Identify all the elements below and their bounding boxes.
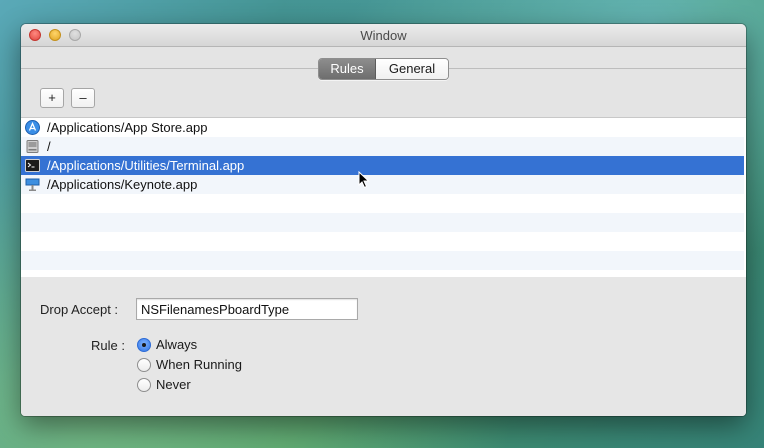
radio-always[interactable] bbox=[137, 338, 151, 352]
terminal-icon bbox=[25, 159, 40, 172]
table-row-empty bbox=[21, 251, 744, 270]
tab-rules[interactable]: Rules bbox=[319, 59, 376, 79]
row-label: /Applications/Keynote.app bbox=[47, 177, 198, 192]
tab-segmented-control: Rules General bbox=[318, 58, 449, 80]
table-row[interactable]: /Applications/Keynote.app bbox=[21, 175, 744, 194]
settings-panel bbox=[21, 277, 746, 416]
table-row-empty bbox=[21, 213, 744, 232]
table-row[interactable]: /Applications/App Store.app bbox=[21, 118, 744, 137]
radio-when-running[interactable] bbox=[137, 358, 151, 372]
title-bar[interactable]: Window bbox=[21, 24, 746, 47]
table-row-empty bbox=[21, 232, 744, 251]
hard-drive-icon bbox=[26, 140, 39, 153]
app-store-icon bbox=[25, 120, 40, 135]
radio-never[interactable] bbox=[137, 378, 151, 392]
table-row[interactable]: /Applications/Utilities/Terminal.app bbox=[21, 156, 744, 175]
row-label: / bbox=[47, 139, 51, 154]
add-rule-button[interactable]: + bbox=[40, 88, 64, 108]
table-row[interactable]: / bbox=[21, 137, 744, 156]
drop-accept-field[interactable] bbox=[136, 298, 358, 320]
remove-rule-button[interactable]: – bbox=[71, 88, 95, 108]
row-label: /Applications/Utilities/Terminal.app bbox=[47, 158, 245, 173]
radio-when-running-label[interactable]: When Running bbox=[156, 357, 242, 372]
rules-table[interactable]: /Applications/App Store.app / /Applicati… bbox=[21, 117, 746, 279]
row-label: /Applications/App Store.app bbox=[47, 120, 208, 135]
drop-accept-label: Drop Accept : bbox=[40, 302, 119, 317]
main-window: Window Rules General + – /Applications/A… bbox=[21, 24, 746, 416]
window-title: Window bbox=[360, 28, 407, 43]
radio-always-label[interactable]: Always bbox=[156, 337, 197, 352]
tab-general[interactable]: General bbox=[376, 59, 448, 79]
rule-label: Rule : bbox=[91, 338, 125, 353]
mouse-cursor-icon bbox=[358, 171, 370, 189]
keynote-icon bbox=[25, 178, 40, 191]
radio-never-label[interactable]: Never bbox=[156, 377, 191, 392]
table-row-empty bbox=[21, 194, 744, 213]
